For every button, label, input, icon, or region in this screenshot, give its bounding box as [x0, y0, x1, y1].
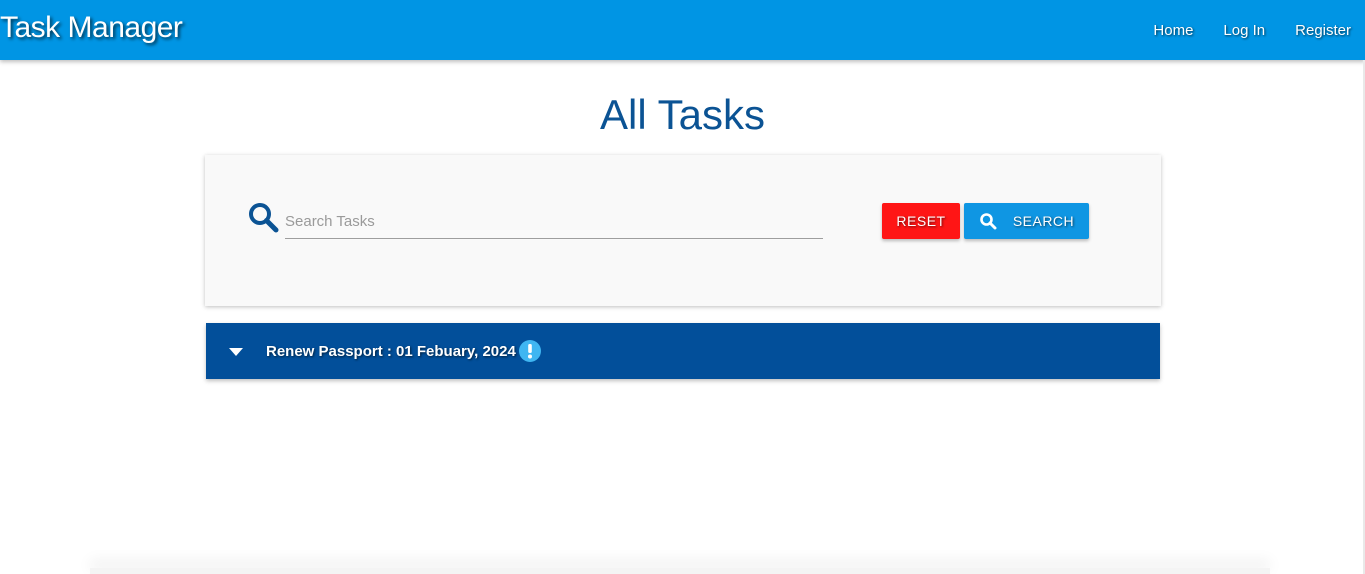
search-icon: [980, 213, 997, 230]
reset-button-label: RESET: [896, 213, 946, 229]
task-row[interactable]: Renew Passport : 01 Febuary, 2024: [206, 323, 1160, 379]
nav-link-login[interactable]: Log In: [1223, 22, 1265, 39]
reset-button[interactable]: RESET: [882, 203, 960, 239]
task-label: Renew Passport : 01 Febuary, 2024: [266, 343, 516, 360]
search-button-label: SEARCH: [1012, 213, 1075, 229]
nav-link-register[interactable]: Register: [1295, 22, 1351, 39]
nav-links: Home Log In Register: [1123, 0, 1351, 60]
footer-shadow: [90, 568, 1270, 574]
brand-logo[interactable]: Task Manager: [0, 8, 183, 48]
page-title: All Tasks: [600, 91, 765, 138]
search-icon: [249, 203, 279, 233]
top-navbar: Task Manager Home Log In Register: [0, 0, 1365, 60]
exclamation-circle-icon: [519, 340, 541, 362]
caret-down-icon[interactable]: [228, 347, 244, 357]
search-input[interactable]: [285, 204, 823, 239]
search-card: RESET SEARCH: [205, 155, 1161, 306]
nav-link-home[interactable]: Home: [1153, 22, 1193, 39]
search-button[interactable]: SEARCH: [964, 203, 1089, 239]
